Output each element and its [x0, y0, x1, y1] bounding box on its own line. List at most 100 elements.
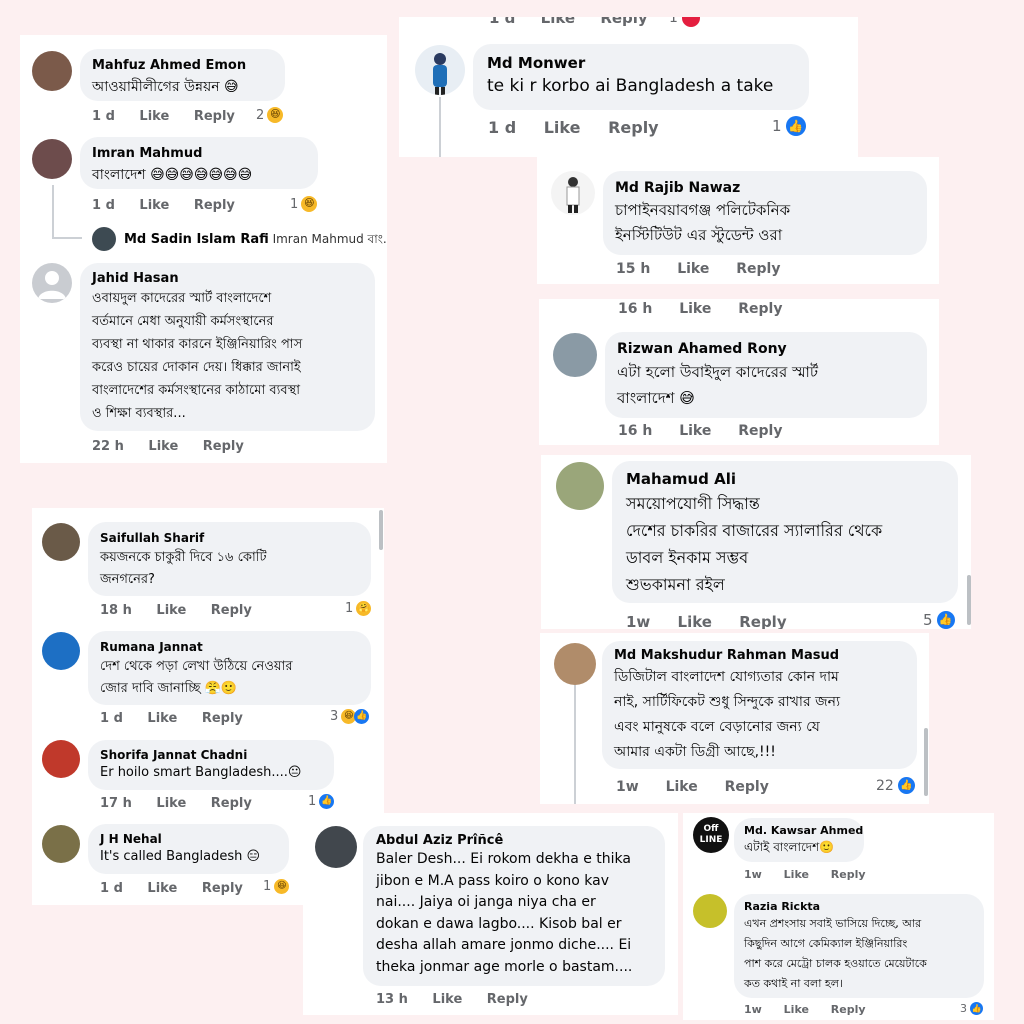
avatar[interactable]: [92, 227, 116, 251]
commenter-name[interactable]: Mahamud Ali: [626, 470, 944, 488]
reply-button[interactable]: Reply: [608, 118, 659, 137]
comment-time[interactable]: 1 d: [92, 198, 115, 213]
comment-time[interactable]: 17 h: [100, 796, 132, 811]
reaction-count[interactable]: 3 😆 👍: [330, 709, 370, 724]
commenter-name[interactable]: J H Nehal: [100, 832, 277, 846]
reply-button[interactable]: Reply: [203, 439, 244, 454]
reaction-count[interactable]: 1: [669, 17, 700, 27]
commenter-name[interactable]: Jahid Hasan: [92, 271, 363, 286]
reaction-count[interactable]: 1 😆: [290, 196, 318, 212]
comment-time[interactable]: 1w: [744, 868, 762, 881]
commenter-name[interactable]: Md Monwer: [487, 54, 795, 72]
comment-time[interactable]: 1w: [744, 1003, 762, 1016]
reply-button[interactable]: Reply: [739, 613, 786, 629]
commenter-name[interactable]: Imran Mahmud: [92, 146, 306, 161]
avatar[interactable]: [32, 51, 72, 91]
commenter-name[interactable]: Razia Rickta: [744, 900, 974, 913]
reply-button[interactable]: Reply: [831, 868, 866, 881]
like-button[interactable]: Like: [666, 779, 698, 795]
comment-time[interactable]: 16 h: [618, 301, 652, 317]
like-button[interactable]: Like: [784, 868, 809, 881]
like-button[interactable]: Like: [148, 439, 178, 454]
comment-bubble: Abdul Aziz Prîñcê Baler Desh... Ei rokom…: [363, 826, 665, 986]
comment-time[interactable]: 18 h: [100, 603, 132, 618]
comment-time[interactable]: 1 d: [92, 109, 115, 124]
comment-time[interactable]: 13 h: [376, 992, 408, 1007]
like-button[interactable]: Like: [156, 796, 186, 811]
like-button[interactable]: Like: [156, 603, 186, 618]
reply-button[interactable]: Reply: [738, 423, 782, 439]
comment-time[interactable]: 22 h: [92, 439, 124, 454]
avatar[interactable]: [42, 825, 80, 863]
reply-button[interactable]: Reply: [202, 711, 243, 726]
avatar[interactable]: [415, 45, 465, 95]
avatar[interactable]: [42, 632, 80, 670]
avatar[interactable]: [556, 462, 604, 510]
reply-button[interactable]: Reply: [725, 779, 769, 795]
reaction-count[interactable]: 1 👍: [772, 116, 806, 136]
scrollbar[interactable]: [379, 510, 383, 550]
avatar[interactable]: [32, 263, 72, 303]
avatar[interactable]: Off LINE: [693, 817, 729, 853]
comment-time[interactable]: 1 d: [488, 118, 516, 137]
commenter-name[interactable]: Mahfuz Ahmed Emon: [92, 58, 273, 73]
like-button[interactable]: Like: [147, 881, 177, 896]
commenter-name[interactable]: Rizwan Ahamed Rony: [617, 341, 915, 357]
avatar[interactable]: [42, 523, 80, 561]
like-button[interactable]: Like: [544, 118, 581, 137]
comment-time[interactable]: 16 h: [618, 423, 652, 439]
like-button[interactable]: Like: [678, 613, 712, 629]
reply-button[interactable]: Reply: [831, 1003, 866, 1016]
reply-button[interactable]: Reply: [194, 109, 235, 124]
reply-button[interactable]: Reply: [487, 992, 528, 1007]
avatar[interactable]: [553, 333, 597, 377]
comment-time[interactable]: 1w: [616, 779, 639, 795]
like-button[interactable]: Like: [677, 261, 709, 277]
like-button[interactable]: Like: [679, 423, 711, 439]
avatar[interactable]: [693, 894, 727, 928]
comment-text: এটা হলো উবাইদুল কাদেরের স্মার্ট বাংলাদেশ…: [617, 363, 819, 407]
reply-button[interactable]: Reply: [211, 603, 252, 618]
avatar[interactable]: [554, 643, 596, 685]
reply-button[interactable]: Reply: [211, 796, 252, 811]
comment-time[interactable]: 15 h: [616, 261, 650, 277]
comment-time[interactable]: 1 d: [100, 711, 123, 726]
comment-panel-a: Mahfuz Ahmed Emon আওয়ামীলীগের উন্নয়ন 😅…: [20, 35, 387, 463]
reply-button[interactable]: Reply: [736, 261, 780, 277]
avatar[interactable]: [315, 826, 357, 868]
commenter-name[interactable]: Saifullah Sharif: [100, 531, 359, 545]
comment-time[interactable]: 1 d: [489, 17, 515, 27]
like-button[interactable]: Like: [541, 17, 575, 27]
avatar[interactable]: [42, 740, 80, 778]
comment-time[interactable]: 1 d: [100, 881, 123, 896]
commenter-name[interactable]: Md. Kawsar Ahmed: [744, 824, 863, 837]
reply-button[interactable]: Reply: [738, 301, 782, 317]
commenter-name[interactable]: Shorifa Jannat Chadni: [100, 748, 322, 762]
reply-button[interactable]: Reply: [202, 881, 243, 896]
reaction-count[interactable]: 2 😆: [256, 107, 284, 123]
reply-preview[interactable]: Md Sadin Islam Rafi Imran Mahmud বাং...: [124, 231, 387, 251]
like-button[interactable]: Like: [432, 992, 462, 1007]
scrollbar[interactable]: [967, 575, 971, 625]
like-button[interactable]: Like: [139, 109, 169, 124]
reaction-count[interactable]: 1 😆: [263, 879, 290, 894]
comment-time[interactable]: 1w: [626, 613, 650, 629]
scrollbar[interactable]: [924, 728, 928, 796]
reaction-count[interactable]: 1 👍: [308, 794, 335, 809]
reply-button[interactable]: Reply: [194, 198, 235, 213]
reaction-count[interactable]: 22 👍: [876, 777, 915, 794]
reaction-count[interactable]: 3 👍: [960, 1002, 983, 1015]
like-button[interactable]: Like: [679, 301, 711, 317]
reaction-count[interactable]: 1 🤗: [345, 601, 372, 616]
commenter-name[interactable]: Rumana Jannat: [100, 640, 359, 654]
like-button[interactable]: Like: [139, 198, 169, 213]
reply-button[interactable]: Reply: [600, 17, 647, 27]
avatar[interactable]: [32, 139, 72, 179]
commenter-name[interactable]: Abdul Aziz Prîñcê: [376, 833, 652, 848]
reaction-count[interactable]: 5 👍: [923, 611, 955, 629]
commenter-name[interactable]: Md Rajib Nawaz: [615, 180, 915, 196]
like-button[interactable]: Like: [147, 711, 177, 726]
avatar[interactable]: [551, 171, 595, 215]
commenter-name[interactable]: Md Makshudur Rahman Masud: [614, 648, 905, 663]
like-button[interactable]: Like: [784, 1003, 809, 1016]
